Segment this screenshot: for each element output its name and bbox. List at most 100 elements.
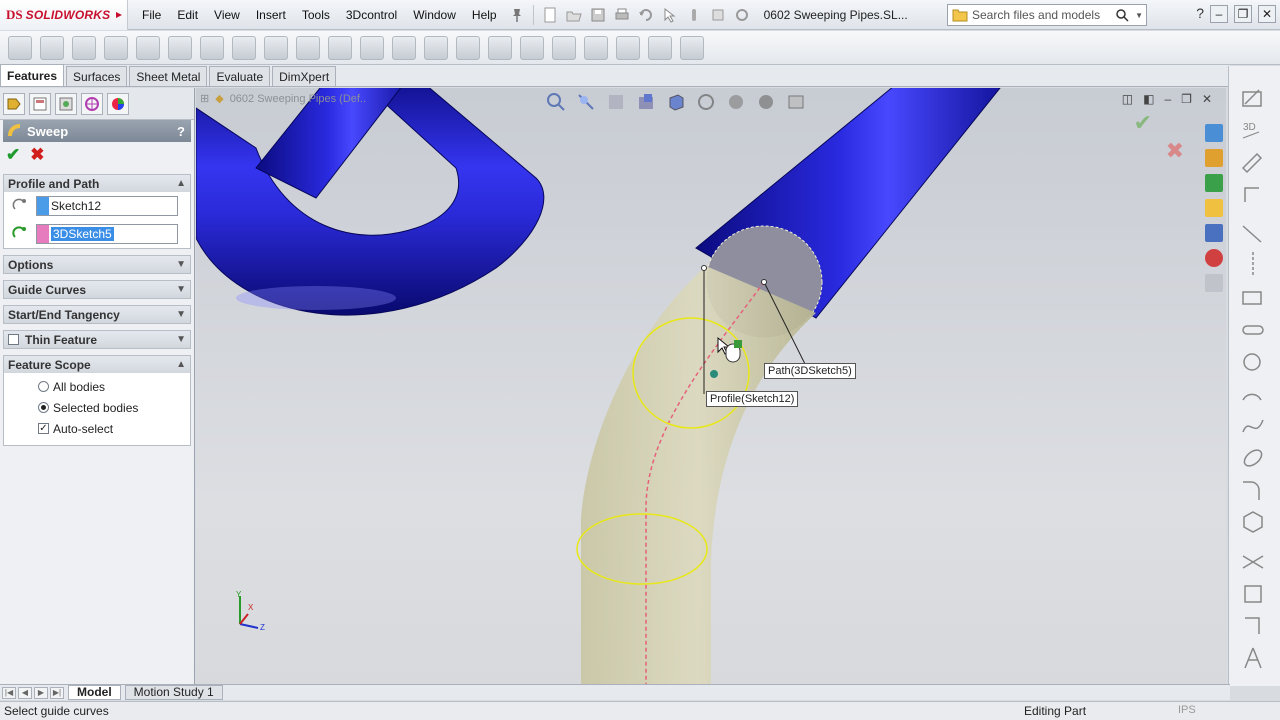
auto-select-checkbox[interactable]: ✓ [38, 423, 49, 434]
search-icon[interactable] [1115, 8, 1129, 22]
boundary-boss-icon[interactable] [136, 35, 160, 60]
tab-dimxpert[interactable]: DimXpert [272, 66, 337, 86]
options-icon[interactable] [734, 7, 750, 23]
tab-motion-study[interactable]: Motion Study 1 [124, 685, 223, 700]
line-icon[interactable] [1239, 220, 1267, 248]
solidworks-logo[interactable]: DS SOLIDWORKS [0, 0, 128, 30]
circle-icon[interactable] [1239, 348, 1267, 376]
shell-icon[interactable] [488, 35, 512, 60]
previous-view-icon[interactable] [606, 92, 626, 112]
linear-pattern-icon[interactable] [392, 35, 416, 60]
profile-path-header[interactable]: Profile and Path ▲ [4, 175, 190, 192]
menu-insert[interactable]: Insert [248, 0, 294, 30]
save-icon[interactable] [590, 7, 606, 23]
feature-tree-flyout[interactable]: ⊞ ◆ 0602 Sweeping Pipes (Def.. [200, 92, 366, 106]
pin-icon[interactable] [509, 7, 525, 23]
help-icon[interactable]: ? [1196, 5, 1204, 23]
lofted-boss-icon[interactable] [104, 35, 128, 60]
close-button[interactable]: ✕ [1258, 5, 1276, 23]
ok-button[interactable]: ✔ [6, 145, 20, 165]
expand-icon[interactable]: ▼ [176, 309, 186, 320]
viewport-minimize-button[interactable]: – [1164, 92, 1171, 106]
expand-tree-icon[interactable]: ⊞ [200, 92, 209, 105]
revolved-boss-icon[interactable] [40, 35, 64, 60]
fillet-icon[interactable] [360, 35, 384, 60]
draft-icon[interactable] [456, 35, 480, 60]
centerline-icon[interactable] [1239, 250, 1267, 278]
viewport-close-button[interactable]: ✕ [1202, 92, 1212, 106]
dimxpert-manager-tab[interactable] [81, 92, 103, 115]
viewport-split-icon[interactable]: ◫ [1122, 92, 1133, 106]
next-tab-icon[interactable]: ▶ [34, 686, 48, 699]
menu-edit[interactable]: Edit [169, 0, 206, 30]
profile-callout[interactable]: Profile(Sketch12) [706, 391, 799, 407]
offset-icon[interactable] [1239, 580, 1267, 608]
swept-cut-icon[interactable] [264, 35, 288, 60]
smart-dimension-icon[interactable] [1239, 148, 1267, 176]
zoom-to-fit-icon[interactable] [546, 92, 566, 112]
all-bodies-radio[interactable] [38, 381, 49, 392]
file-properties-icon[interactable] [710, 7, 726, 23]
profile-selection-box[interactable]: Sketch12 [36, 196, 178, 216]
expand-icon[interactable]: ▼ [176, 334, 186, 345]
spline-icon[interactable] [1239, 412, 1267, 440]
instant3d-icon[interactable] [680, 35, 704, 60]
file-explorer-icon[interactable] [1205, 199, 1223, 217]
slot-icon[interactable] [1239, 316, 1267, 344]
zoom-area-icon[interactable] [576, 92, 596, 112]
collapse-icon[interactable]: ▲ [176, 178, 186, 189]
select-icon[interactable] [662, 7, 678, 23]
wrap-icon[interactable] [520, 35, 544, 60]
guide-curves-group[interactable]: Guide Curves ▼ [3, 280, 191, 299]
tab-sheet-metal[interactable]: Sheet Metal [129, 66, 208, 86]
menu-window[interactable]: Window [405, 0, 464, 30]
path-callout[interactable]: Path(3DSketch5) [764, 363, 856, 379]
rectangle-icon[interactable] [1239, 284, 1267, 312]
menu-tools[interactable]: Tools [294, 0, 338, 30]
feature-scope-header[interactable]: Feature Scope ▲ [4, 356, 190, 373]
new-document-icon[interactable] [542, 7, 558, 23]
expand-icon[interactable]: ▼ [176, 284, 186, 295]
search-field[interactable]: Search files and models ▼ [947, 4, 1147, 26]
selected-bodies-radio[interactable] [38, 402, 49, 413]
configuration-manager-tab[interactable] [55, 92, 77, 115]
prev-tab-icon[interactable]: ◀ [18, 686, 32, 699]
fillet-sketch-icon[interactable] [1239, 476, 1267, 504]
home-icon[interactable] [1205, 149, 1223, 167]
first-tab-icon[interactable]: |◀ [2, 686, 16, 699]
last-tab-icon[interactable]: ▶| [50, 686, 64, 699]
arc-icon[interactable] [1239, 380, 1267, 408]
menu-3dcontrol[interactable]: 3Dcontrol [338, 0, 405, 30]
viewport-tile-icon[interactable]: ◧ [1143, 92, 1154, 106]
section-view-icon[interactable] [636, 92, 656, 112]
rebuild-icon[interactable] [686, 7, 702, 23]
viewport-restore-button[interactable]: ❐ [1181, 92, 1192, 106]
selected-bodies-option[interactable]: Selected bodies [4, 397, 190, 418]
polygon-icon[interactable] [1239, 508, 1267, 536]
options-header[interactable]: Options ▼ [4, 256, 190, 273]
appearances-icon[interactable] [1205, 249, 1223, 267]
help-button[interactable]: ? [177, 124, 185, 139]
graphics-area[interactable]: ⊞ ◆ 0602 Sweeping Pipes (Def.. ◫ ◧ – ❐ ✕… [196, 88, 1226, 684]
minimize-button[interactable]: – [1210, 5, 1228, 23]
thin-feature-checkbox[interactable] [8, 334, 19, 345]
apply-scene-icon[interactable] [786, 92, 806, 112]
unit-system[interactable]: IPS [1178, 704, 1196, 716]
feature-manager-tab[interactable] [3, 92, 25, 115]
search-dropdown-icon[interactable]: ▼ [1135, 11, 1143, 20]
restore-button[interactable]: ❐ [1234, 5, 1252, 23]
lofted-cut-icon[interactable] [296, 35, 320, 60]
tab-features[interactable]: Features [0, 64, 65, 86]
expand-icon[interactable]: ▼ [176, 259, 186, 270]
rib-icon[interactable] [424, 35, 448, 60]
edit-appearance-icon[interactable] [756, 92, 776, 112]
extruded-cut-icon[interactable] [168, 35, 192, 60]
tab-model[interactable]: Model [68, 685, 121, 700]
custom-properties-icon[interactable] [1205, 274, 1223, 292]
print-icon[interactable] [614, 7, 630, 23]
relations-icon[interactable] [1239, 180, 1267, 208]
boundary-cut-icon[interactable] [328, 35, 352, 60]
cancel-button[interactable]: ✖ [30, 145, 44, 165]
ellipse-icon[interactable] [1239, 444, 1267, 472]
tangency-group[interactable]: Start/End Tangency ▼ [3, 305, 191, 324]
